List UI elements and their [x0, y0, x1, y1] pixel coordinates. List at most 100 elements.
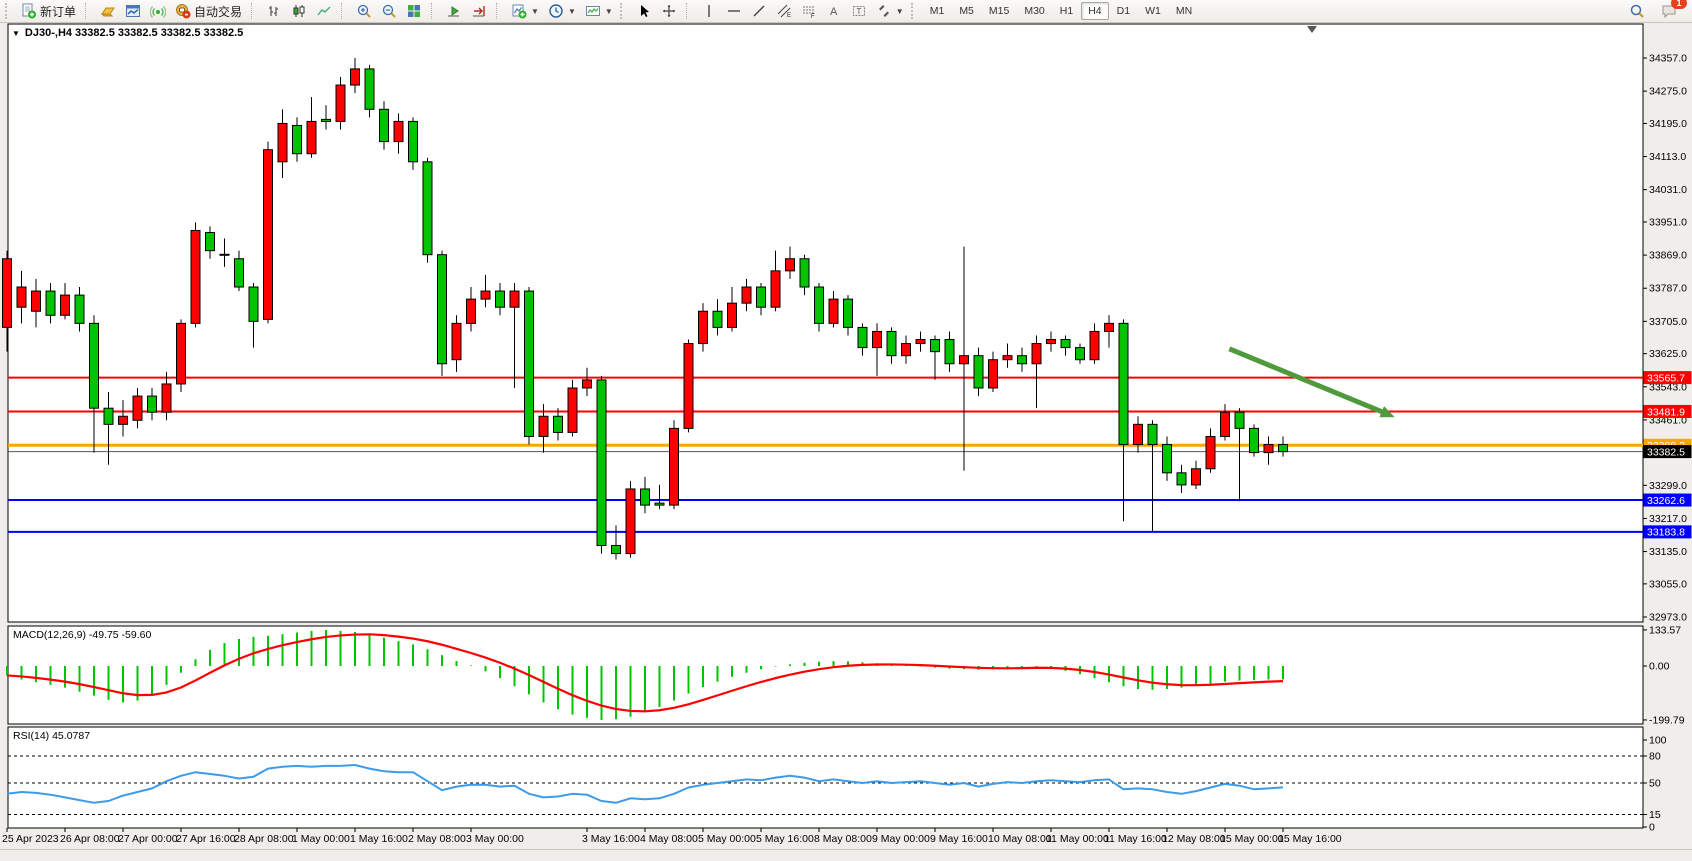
- new-order-label: 新订单: [40, 3, 76, 20]
- candle: [815, 287, 824, 323]
- clock-icon: [548, 3, 564, 19]
- candle: [1061, 340, 1070, 348]
- candle: [481, 291, 490, 299]
- candle: [960, 356, 969, 364]
- candle: [1177, 473, 1186, 485]
- periods-dropdown[interactable]: ▼: [544, 0, 580, 22]
- time-tick-label: 5 May 16:00: [756, 833, 814, 845]
- macd-axis-label: -199.79: [1649, 714, 1685, 726]
- timeframe-m1[interactable]: M1: [923, 2, 952, 20]
- trendline-icon: [751, 3, 767, 19]
- fibonacci-button[interactable]: F: [797, 0, 821, 22]
- candle: [46, 291, 55, 315]
- one-click-collapse-icon[interactable]: ▼: [12, 29, 20, 38]
- candle: [1119, 323, 1128, 444]
- candle: [539, 416, 548, 436]
- candle: [713, 311, 722, 327]
- arrows-icon: [876, 3, 892, 19]
- candlestick-button[interactable]: [287, 0, 311, 22]
- crosshair-button[interactable]: [657, 0, 681, 22]
- dropdown-arrow-icon: ▼: [896, 7, 904, 16]
- timeframe-h4[interactable]: H4: [1081, 2, 1108, 20]
- candle: [1279, 445, 1288, 452]
- time-tick-label: 15 May 16:00: [1278, 833, 1342, 845]
- search-button[interactable]: [1625, 0, 1649, 22]
- new-order-button[interactable]: 新订单: [17, 0, 80, 22]
- price-tick-label: 34195.0: [1649, 118, 1687, 130]
- notifications-button[interactable]: 1: [1657, 0, 1682, 22]
- zoom-in-icon: [356, 3, 372, 19]
- template-icon: [585, 3, 601, 19]
- candle: [757, 287, 766, 307]
- candle: [728, 303, 737, 327]
- chart-window[interactable]: 34357.034275.034195.034113.034031.033951…: [0, 0, 1692, 856]
- tile-windows-button[interactable]: [402, 0, 426, 22]
- candle: [220, 254, 229, 255]
- autotrading-label: 自动交易: [194, 3, 242, 20]
- timeframe-d1[interactable]: D1: [1110, 2, 1137, 20]
- bar-chart-button[interactable]: [262, 0, 286, 22]
- cursor-button[interactable]: [632, 0, 656, 22]
- candle: [1003, 356, 1012, 360]
- candle: [873, 331, 882, 347]
- candle: [858, 327, 867, 347]
- equidistant-channel-button[interactable]: E: [772, 0, 796, 22]
- time-tick-label: 26 Apr 08:00: [60, 833, 120, 845]
- zoom-in-button[interactable]: [352, 0, 376, 22]
- candle: [510, 291, 519, 307]
- signals-button[interactable]: [146, 0, 170, 22]
- line-chart-button[interactable]: [312, 0, 336, 22]
- zoom-out-button[interactable]: [377, 0, 401, 22]
- vertical-line-icon: [701, 3, 717, 19]
- candle: [90, 323, 99, 408]
- candle: [148, 396, 157, 412]
- candle: [17, 287, 26, 307]
- text-button[interactable]: A: [822, 0, 846, 22]
- candle: [235, 259, 244, 287]
- candle: [1250, 428, 1259, 452]
- templates-dropdown[interactable]: ▼: [581, 0, 617, 22]
- timeframe-m30[interactable]: M30: [1017, 2, 1051, 20]
- timeframe-m5[interactable]: M5: [952, 2, 981, 20]
- chart-canvas[interactable]: 34357.034275.034195.034113.034031.033951…: [0, 0, 1692, 856]
- candle: [1134, 424, 1143, 444]
- candle: [1105, 323, 1114, 331]
- candle: [336, 85, 345, 121]
- price-line-label-text: 33183.8: [1647, 527, 1685, 539]
- text-label-button[interactable]: T: [847, 0, 871, 22]
- price-tick-label: 34113.0: [1649, 151, 1686, 163]
- main-toolbar: 新订单 自动交易: [0, 0, 1692, 23]
- timeframe-h1[interactable]: H1: [1053, 2, 1080, 20]
- horizontal-line-button[interactable]: [722, 0, 746, 22]
- price-tick-label: 33217.0: [1649, 513, 1687, 525]
- vertical-line-button[interactable]: [697, 0, 721, 22]
- time-tick-label: 2 May 08:00: [408, 833, 466, 845]
- candle: [351, 69, 360, 85]
- symbol-ohlc-text: DJ30-,H4 33382.5 33382.5 33382.5 33382.5: [25, 27, 243, 39]
- arrows-dropdown[interactable]: ▼: [872, 0, 908, 22]
- macd-indicator-label: MACD(12,26,9) -49.75 -59.60: [13, 629, 151, 641]
- indicators-dropdown[interactable]: ▼: [507, 0, 543, 22]
- price-tick-label: 34031.0: [1649, 184, 1687, 196]
- timeframe-mn[interactable]: MN: [1169, 2, 1199, 20]
- candle: [1090, 331, 1099, 359]
- trendline-button[interactable]: [747, 0, 771, 22]
- chart-shift-button[interactable]: [467, 0, 491, 22]
- chart-window-button[interactable]: [121, 0, 145, 22]
- candle: [771, 271, 780, 307]
- candle: [61, 295, 70, 315]
- open-account-button[interactable]: [96, 0, 120, 22]
- candle: [902, 344, 911, 356]
- autotrading-button[interactable]: 自动交易: [171, 0, 246, 22]
- dropdown-arrow-icon: ▼: [568, 7, 576, 16]
- candle: [699, 311, 708, 343]
- price-tick-label: 33625.0: [1649, 348, 1687, 360]
- timeframe-w1[interactable]: W1: [1138, 2, 1168, 20]
- auto-scroll-button[interactable]: [442, 0, 466, 22]
- timeframe-m15[interactable]: M15: [982, 2, 1016, 20]
- candle: [568, 388, 577, 432]
- time-tick-label: 8 May 08:00: [814, 833, 872, 845]
- candle: [307, 121, 316, 153]
- candle: [800, 259, 809, 287]
- candle: [104, 408, 113, 424]
